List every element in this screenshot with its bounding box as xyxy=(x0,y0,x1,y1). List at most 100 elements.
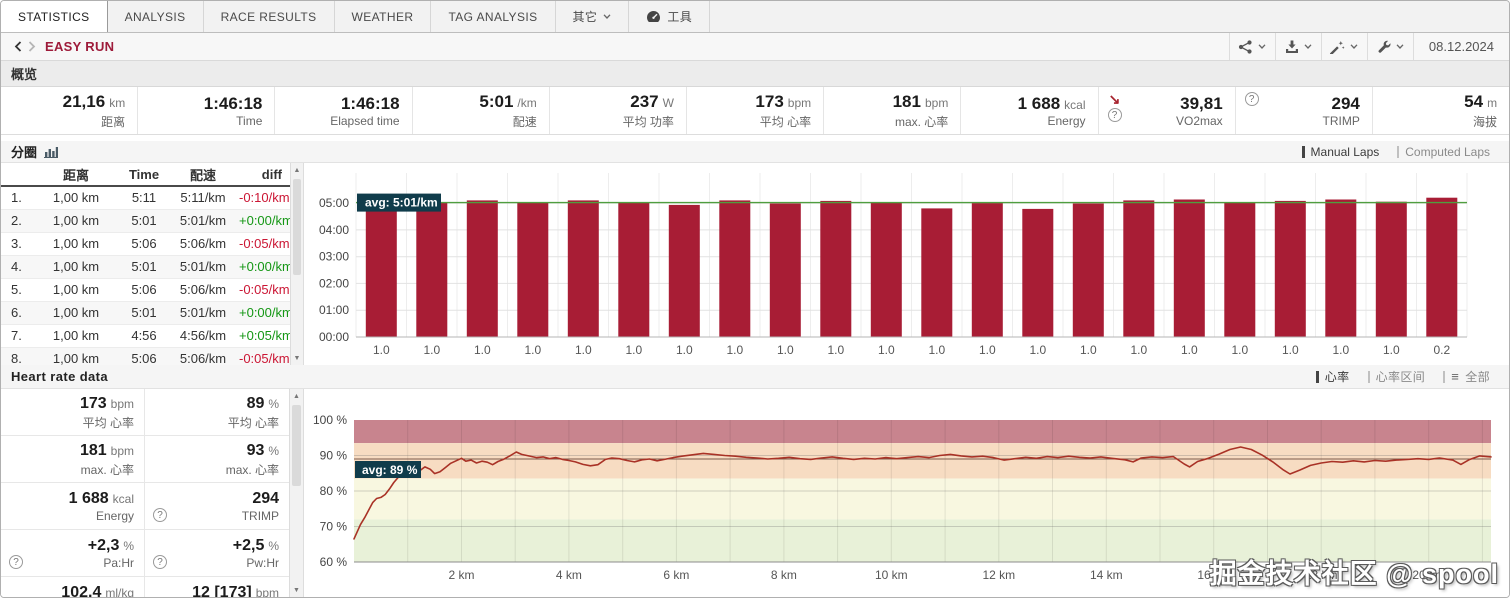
lap-pace: 5:06/km xyxy=(171,232,235,255)
lap-pace: 4:56/km xyxy=(171,324,235,347)
heart-rate-view-switch: 心率心率区间 ≡全部 xyxy=(1307,368,1499,385)
svg-text:4 km: 4 km xyxy=(556,568,582,582)
svg-text:1.0: 1.0 xyxy=(474,343,491,357)
tab-weather[interactable]: WEATHER xyxy=(335,1,432,32)
tab-tools[interactable]: 工具 xyxy=(629,1,710,32)
view-hr[interactable]: 心率 xyxy=(1307,368,1359,385)
share-icon xyxy=(1238,40,1253,54)
laps-scrollbar[interactable]: ▲ ▼ xyxy=(290,163,303,365)
separator xyxy=(1443,371,1445,383)
svg-text:20 km: 20 km xyxy=(1412,568,1445,582)
svg-text:1.0: 1.0 xyxy=(373,343,390,357)
stat-label: Energy xyxy=(1047,114,1085,128)
lap-row[interactable]: 5.1,00 km5:065:06/km-0:05/km xyxy=(1,278,290,301)
stat-value: 181bpm xyxy=(80,441,134,461)
view-label: 心率区间 xyxy=(1376,368,1426,385)
lap-pace-chart-svg: 00:0001:0002:0003:0004:0005:001.01.01.01… xyxy=(304,163,1509,365)
stat-label: Energy xyxy=(96,509,134,523)
tab-race-results[interactable]: RACE RESULTS xyxy=(204,1,335,32)
hr-stat--: 89%平均 心率 xyxy=(145,389,289,436)
svg-text:1.0: 1.0 xyxy=(625,343,642,357)
settings-button[interactable] xyxy=(1367,33,1413,60)
lap-row[interactable]: 2.1,00 km5:015:01/km+0:00/km xyxy=(1,209,290,232)
scroll-up-icon[interactable]: ▲ xyxy=(290,389,303,403)
tab-label: RACE RESULTS xyxy=(221,10,317,24)
lap-diff: -0:05/km xyxy=(235,347,290,365)
lap-distance: 1,00 km xyxy=(35,186,117,209)
lap-time: 5:06 xyxy=(117,347,171,365)
stat-label: TRIMP xyxy=(242,509,279,523)
view-hr-zones[interactable]: 心率区间 xyxy=(1359,368,1435,385)
svg-text:1.0: 1.0 xyxy=(979,343,996,357)
stat-unit: m xyxy=(1487,96,1497,110)
svg-text:8 km: 8 km xyxy=(771,568,797,582)
trend-down-right-icon: ↘ xyxy=(1109,92,1121,106)
lap-pace: 5:01/km xyxy=(171,301,235,324)
stat-value: 89% xyxy=(247,394,279,414)
lap-row[interactable]: 7.1,00 km4:564:56/km+0:05/km xyxy=(1,324,290,347)
gauge-icon xyxy=(646,10,661,23)
lap-time: 5:01 xyxy=(117,209,171,232)
stat-unit: kcal xyxy=(113,492,134,506)
tab-other[interactable]: 其它 xyxy=(556,1,630,32)
stat-label: max. 心率 xyxy=(226,461,279,478)
activity-toolbar: EASY RUN 08.12.2024 xyxy=(1,33,1509,61)
chevron-down-icon xyxy=(1304,44,1312,49)
lap-row[interactable]: 6.1,00 km5:015:01/km+0:00/km xyxy=(1,301,290,324)
lap-row[interactable]: 4.1,00 km5:015:01/km+0:00/km xyxy=(1,255,290,278)
svg-text:05:00: 05:00 xyxy=(319,196,349,210)
svg-text:02:00: 02:00 xyxy=(319,276,349,290)
lap-time: 5:01 xyxy=(117,255,171,278)
svg-text:1.0: 1.0 xyxy=(575,343,592,357)
help-icon[interactable]: ? xyxy=(1108,108,1122,122)
laps-scroll-thumb[interactable] xyxy=(293,179,301,275)
tab-label: TAG ANALYSIS xyxy=(448,10,537,24)
svg-text:1.0: 1.0 xyxy=(423,343,440,357)
lap-distance: 1,00 km xyxy=(35,209,117,232)
export-button[interactable] xyxy=(1275,33,1321,60)
stat-unit: ml/kg xyxy=(105,586,134,597)
stat--: 54m海拔 xyxy=(1373,87,1509,134)
lap-diff: -0:05/km xyxy=(235,278,290,301)
scroll-down-icon[interactable]: ▼ xyxy=(290,583,303,597)
help-icon[interactable]: ? xyxy=(153,508,167,522)
laps-scroll-track[interactable] xyxy=(291,177,303,351)
lap-row[interactable]: 3.1,00 km5:065:06/km-0:05/km xyxy=(1,232,290,255)
chevron-down-icon xyxy=(1350,44,1358,49)
svg-text:1.0: 1.0 xyxy=(676,343,693,357)
lap-pace: 5:06/km xyxy=(171,347,235,365)
svg-text:14 km: 14 km xyxy=(1090,568,1123,582)
stat-label: 平均 功率 xyxy=(623,113,674,130)
previous-activity-button[interactable] xyxy=(11,41,25,52)
view-manual-laps[interactable]: Manual Laps xyxy=(1293,145,1389,159)
bar-chart-icon[interactable] xyxy=(44,146,58,158)
stat-label: 平均 心率 xyxy=(83,414,134,431)
stat-value: 5:01/km xyxy=(479,91,536,112)
svg-text:1.0: 1.0 xyxy=(1130,343,1147,357)
lap-index: 2. xyxy=(1,209,35,232)
svg-text:1.0: 1.0 xyxy=(777,343,794,357)
next-activity-button[interactable] xyxy=(25,41,39,52)
view-all[interactable]: ≡全部 xyxy=(1434,368,1499,385)
lap-row[interactable]: 8.1,00 km5:065:06/km-0:05/km xyxy=(1,347,290,365)
tab-analysis[interactable]: ANALYSIS xyxy=(108,1,204,32)
activity-date[interactable]: 08.12.2024 xyxy=(1413,33,1509,60)
scroll-down-icon[interactable]: ▼ xyxy=(291,351,303,365)
help-icon[interactable]: ? xyxy=(9,555,23,569)
tab-statistics[interactable]: STATISTICS xyxy=(1,1,108,32)
tab-tag-analysis[interactable]: TAG ANALYSIS xyxy=(431,1,555,32)
help-icon[interactable]: ? xyxy=(153,555,167,569)
scroll-up-icon[interactable]: ▲ xyxy=(291,163,303,177)
lap-row[interactable]: 1.1,00 km5:115:11/km-0:10/km xyxy=(1,186,290,209)
help-icon[interactable]: ? xyxy=(1245,92,1259,106)
hr-scroll-thumb[interactable] xyxy=(292,405,301,486)
share-button[interactable] xyxy=(1229,33,1275,60)
svg-text:1.0: 1.0 xyxy=(1383,343,1400,357)
view-computed-laps[interactable]: Computed Laps xyxy=(1388,145,1499,159)
edit-button[interactable] xyxy=(1321,33,1367,60)
lap-diff: +0:00/km xyxy=(235,255,290,278)
overview-stats-row: 21,16km距离1:46:18Time1:46:18Elapsed time5… xyxy=(1,87,1509,135)
lap-index: 5. xyxy=(1,278,35,301)
hr-scroll-track[interactable] xyxy=(290,403,303,583)
heart-rate-scrollbar[interactable]: ▲ ▼ xyxy=(289,389,303,597)
